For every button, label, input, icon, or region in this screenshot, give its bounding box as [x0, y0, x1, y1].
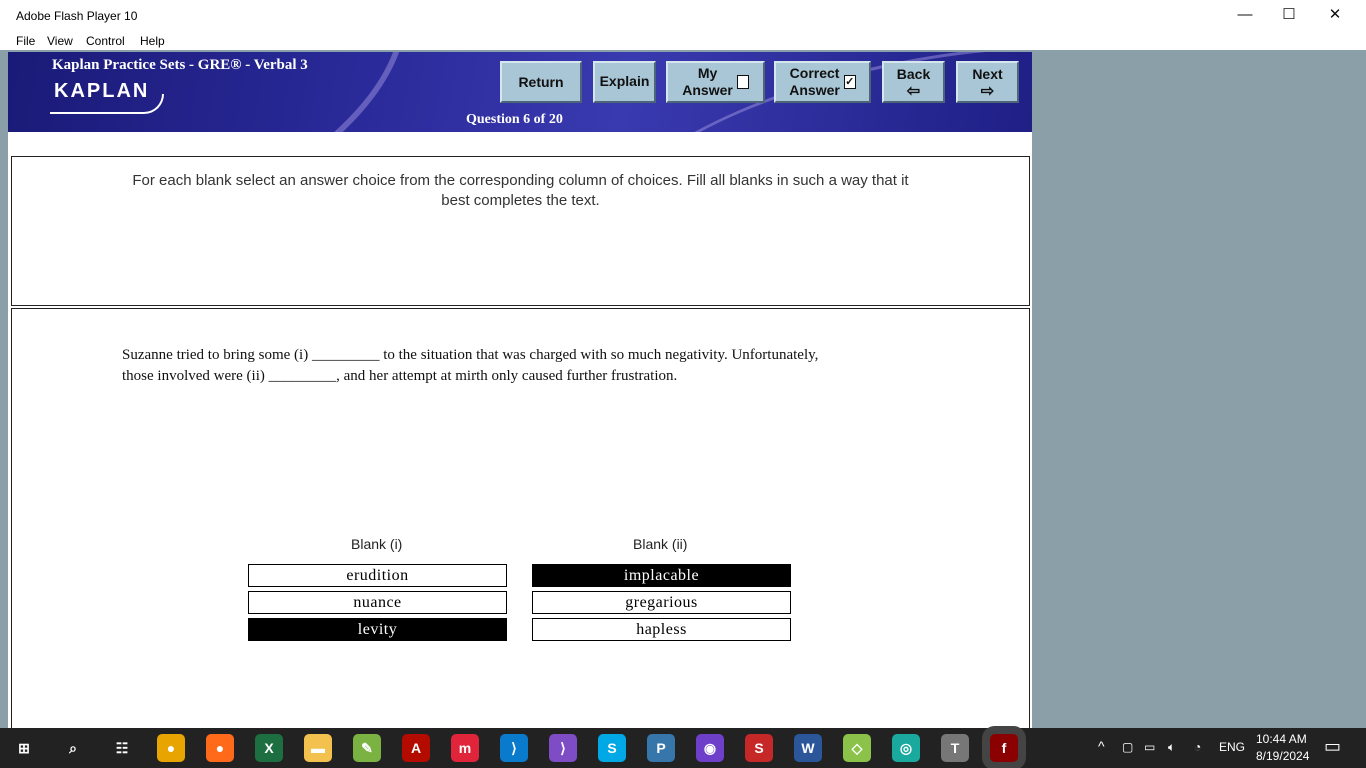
correct-answer-label-1: Correct — [789, 65, 840, 81]
choice-implacable[interactable]: implacable — [532, 564, 791, 587]
minimize-button[interactable]: — — [1222, 0, 1268, 30]
firefox-icon[interactable]: ● — [206, 734, 234, 762]
network-icon[interactable]: ▭ — [1144, 740, 1155, 754]
choice-nuance[interactable]: nuance — [248, 591, 507, 614]
notepad-plus-icon[interactable]: ✎ — [353, 734, 381, 762]
choice-levity[interactable]: levity — [248, 618, 507, 641]
menu-control[interactable]: Control — [86, 34, 125, 48]
my-answer-label-1: My — [697, 65, 718, 81]
volume-icon[interactable]: 🔈︎ — [1168, 740, 1175, 755]
blank-ii-header: Blank (ii) — [633, 536, 688, 552]
close-button[interactable]: ✕ — [1312, 0, 1358, 30]
my-answer-button[interactable]: My Answer — [666, 61, 765, 103]
blank-i-header: Blank (i) — [351, 536, 403, 552]
checked-checkbox-icon: ✓ — [843, 75, 856, 89]
question-line-2: those involved were (ii) _________, and … — [122, 368, 678, 384]
language-indicator[interactable]: ENG — [1219, 740, 1245, 754]
python-icon[interactable]: P — [647, 734, 675, 762]
menu-file[interactable]: File — [16, 34, 35, 48]
visual-studio-icon[interactable]: ⟩ — [549, 734, 577, 762]
meet-now-icon[interactable]: ▢ — [1122, 740, 1133, 754]
flash-player-icon[interactable]: f — [990, 734, 1018, 762]
texmaker-icon[interactable]: T — [941, 734, 969, 762]
skype-icon[interactable]: S — [598, 734, 626, 762]
wifi-icon[interactable]: ◔ — [1194, 740, 1201, 754]
question-counter: Question 6 of 20 — [466, 112, 563, 127]
window-title: Adobe Flash Player 10 — [16, 9, 138, 23]
choice-gregarious[interactable]: gregarious — [532, 591, 791, 614]
arrow-left-icon: ⇦ — [906, 83, 921, 100]
task-view-icon[interactable]: ☷ — [108, 734, 136, 762]
menu-view[interactable]: View — [47, 34, 73, 48]
scite-icon[interactable]: S — [745, 734, 773, 762]
banner-title: Kaplan Practice Sets - GRE® - Verbal 3 — [52, 57, 308, 73]
app2-icon[interactable]: ◎ — [892, 734, 920, 762]
correct-answer-label-2: Answer — [789, 82, 840, 98]
word-icon[interactable]: W — [794, 734, 822, 762]
app-icon[interactable]: ◇ — [843, 734, 871, 762]
question-line-1: Suzanne tried to bring some (i) ________… — [122, 347, 819, 363]
taskbar: ⊞ ⌕ ☷ ● ● X ▬ ✎ Am ⟩ ⟩ S P ◉ S W ◇ ◎ Tf ^ ▢ ▭ 🔈︎ ◔ ENG 10:… — [0, 728, 1366, 768]
windows-start-icon[interactable]: ⊞ — [10, 734, 38, 762]
arrow-right-icon: ⇨ — [980, 83, 995, 100]
github-desktop-icon[interactable]: ◉ — [696, 734, 724, 762]
header-banner: Kaplan Practice Sets - GRE® - Verbal 3 K… — [8, 52, 1032, 132]
title-bar: Adobe Flash Player 10 — ☐ ✕ — [0, 0, 1366, 30]
flash-content: Kaplan Practice Sets - GRE® - Verbal 3 K… — [8, 52, 1032, 738]
explain-button[interactable]: Explain — [593, 61, 656, 103]
return-button[interactable]: Return — [500, 61, 582, 103]
maximize-button[interactable]: ☐ — [1266, 0, 1312, 30]
next-button[interactable]: Next ⇨ — [956, 61, 1019, 103]
choice-hapless[interactable]: hapless — [532, 618, 791, 641]
my-answer-label-2: Answer — [682, 82, 733, 98]
next-label: Next — [972, 66, 1003, 82]
instructions-text: For each blank select an answer choice f… — [132, 172, 909, 209]
instructions-panel: For each blank select an answer choice f… — [11, 156, 1030, 306]
clock-time[interactable]: 10:44 AM — [1256, 732, 1307, 746]
search-icon[interactable]: ⌕ — [59, 734, 87, 762]
notifications-icon[interactable]: ▭ — [1324, 736, 1341, 757]
back-button[interactable]: Back ⇦ — [882, 61, 945, 103]
flash-stage: Kaplan Practice Sets - GRE® - Verbal 3 K… — [0, 50, 1366, 738]
file-explorer-icon[interactable]: ▬ — [304, 734, 332, 762]
chevron-up-icon[interactable]: ^ — [1098, 738, 1105, 754]
correct-answer-button[interactable]: Correct Answer ✓ — [774, 61, 871, 103]
menu-bar: File View Control Help — [0, 30, 1366, 50]
clock-date[interactable]: 8/19/2024 — [1256, 749, 1309, 763]
checkbox-icon — [736, 75, 749, 89]
back-label: Back — [896, 66, 931, 82]
question-text: Suzanne tried to bring some (i) ________… — [122, 345, 922, 387]
choice-erudition[interactable]: erudition — [248, 564, 507, 587]
question-panel: Suzanne tried to bring some (i) ________… — [11, 308, 1030, 738]
acrobat-icon[interactable]: A — [402, 734, 430, 762]
mendeley-icon[interactable]: m — [451, 734, 479, 762]
chrome-icon[interactable]: ● — [157, 734, 185, 762]
excel-icon[interactable]: X — [255, 734, 283, 762]
kaplan-logo: KAPLAN — [49, 80, 165, 114]
menu-help[interactable]: Help — [140, 34, 165, 48]
vscode-icon[interactable]: ⟩ — [500, 734, 528, 762]
